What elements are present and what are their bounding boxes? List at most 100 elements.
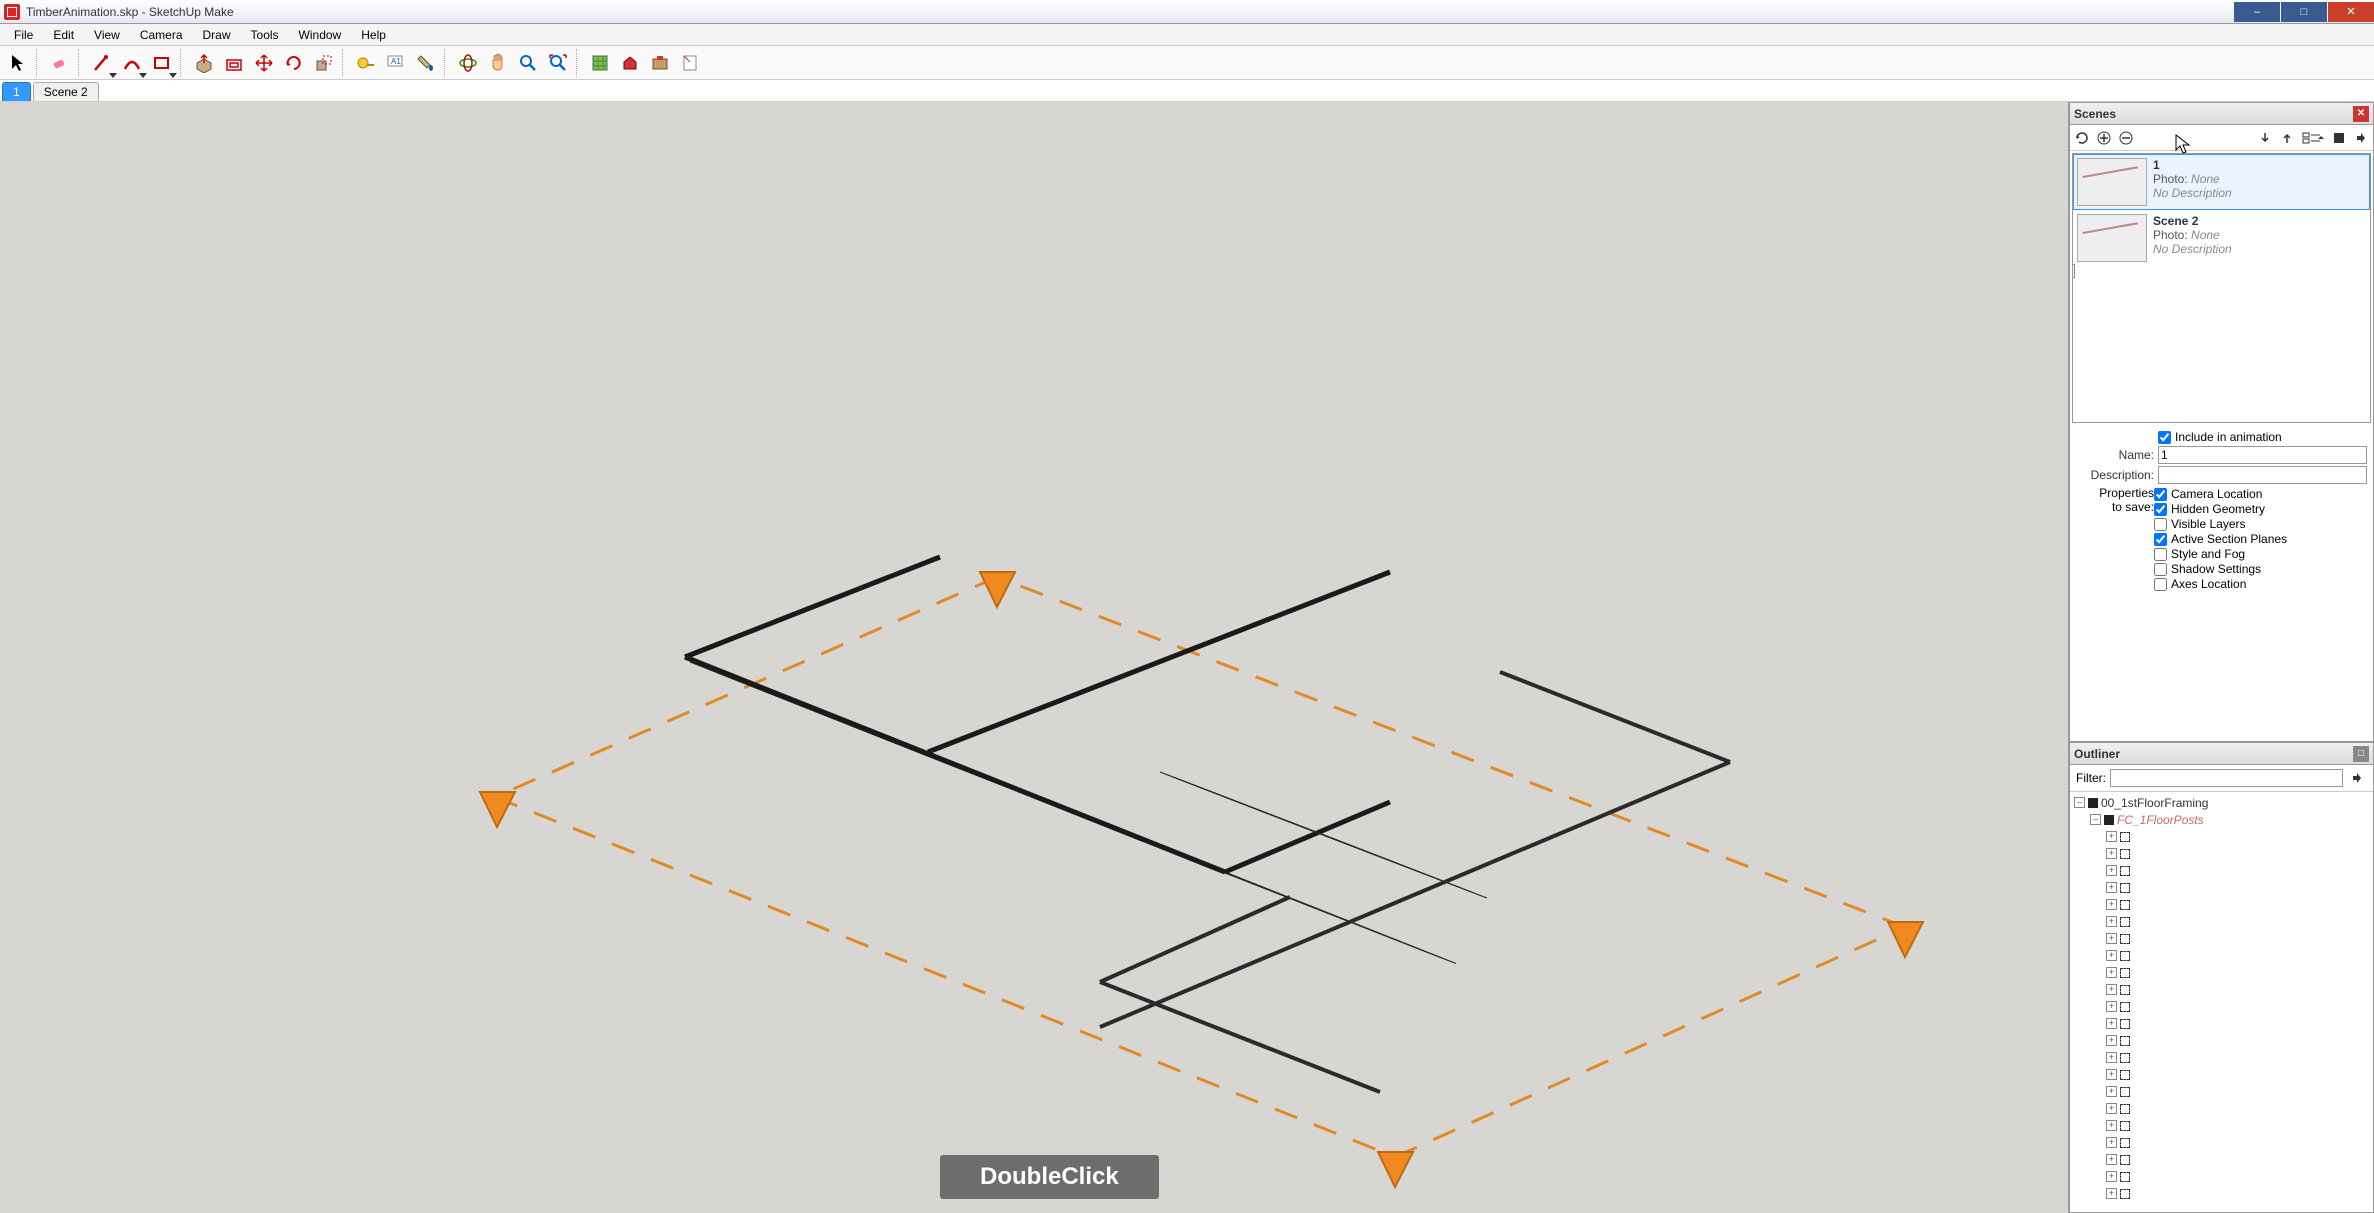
tree-row[interactable]: + <box>2074 1083 2369 1100</box>
outliner-filter-input[interactable] <box>2110 769 2343 787</box>
menu-draw[interactable]: Draw <box>193 26 241 44</box>
menu-file[interactable]: File <box>4 26 43 44</box>
text-tool[interactable]: A1 <box>382 49 410 77</box>
expand-icon[interactable]: + <box>2106 848 2117 859</box>
scene-move-down-button[interactable] <box>2255 128 2275 148</box>
expand-icon[interactable]: + <box>2106 1018 2117 1029</box>
rotate-tool[interactable] <box>280 49 308 77</box>
tree-row[interactable]: –FC_1FloorPosts <box>2074 811 2369 828</box>
offset-tool[interactable] <box>220 49 248 77</box>
tree-row[interactable]: –00_1stFloorFraming <box>2074 794 2369 811</box>
expand-icon[interactable]: + <box>2106 1154 2117 1165</box>
scene-details-button[interactable] <box>2351 128 2371 148</box>
expand-icon[interactable]: + <box>2106 1171 2117 1182</box>
tree-row[interactable]: + <box>2074 862 2369 879</box>
expand-icon[interactable]: – <box>2090 814 2101 825</box>
tree-row[interactable]: + <box>2074 1049 2369 1066</box>
tree-row[interactable]: + <box>2074 845 2369 862</box>
tree-row[interactable]: + <box>2074 1015 2369 1032</box>
expand-icon[interactable]: + <box>2106 1086 2117 1097</box>
expand-icon[interactable]: + <box>2106 1120 2117 1131</box>
expand-icon[interactable]: + <box>2106 950 2117 961</box>
prop-checkbox[interactable] <box>2154 488 2167 501</box>
scene-desc-input[interactable] <box>2158 466 2367 484</box>
tree-row[interactable]: + <box>2074 1151 2369 1168</box>
warehouse-tool[interactable] <box>616 49 644 77</box>
scene-remove-button[interactable] <box>2116 128 2136 148</box>
scale-tool[interactable] <box>310 49 338 77</box>
expand-icon[interactable]: + <box>2106 882 2117 893</box>
expand-icon[interactable]: + <box>2106 831 2117 842</box>
outliner-close-icon[interactable]: □ <box>2353 746 2369 762</box>
move-tool[interactable] <box>250 49 278 77</box>
expand-icon[interactable]: + <box>2106 933 2117 944</box>
tree-row[interactable]: + <box>2074 1185 2369 1202</box>
scene-refresh-button[interactable] <box>2072 128 2092 148</box>
tree-row[interactable]: + <box>2074 1134 2369 1151</box>
tree-row[interactable]: + <box>2074 964 2369 981</box>
expand-icon[interactable]: + <box>2106 1001 2117 1012</box>
menu-tools[interactable]: Tools <box>241 26 289 44</box>
tree-row[interactable]: + <box>2074 1032 2369 1049</box>
arc-tool[interactable] <box>118 49 146 77</box>
prop-checkbox[interactable] <box>2154 578 2167 591</box>
line-tool[interactable] <box>88 49 116 77</box>
menu-edit[interactable]: Edit <box>43 26 84 44</box>
tree-row[interactable]: + <box>2074 879 2369 896</box>
viewport-3d[interactable] <box>0 102 2068 1213</box>
zoom-extents-tool[interactable] <box>544 49 572 77</box>
tape-tool[interactable] <box>352 49 380 77</box>
include-animation-checkbox[interactable] <box>2158 431 2171 444</box>
tree-row[interactable]: + <box>2074 1100 2369 1117</box>
orbit-tool[interactable] <box>454 49 482 77</box>
expand-icon[interactable]: + <box>2106 1052 2117 1063</box>
tree-row[interactable]: + <box>2074 947 2369 964</box>
scene-tab[interactable]: Scene 2 <box>33 82 99 101</box>
layout-tool[interactable] <box>676 49 704 77</box>
expand-icon[interactable]: + <box>2106 967 2117 978</box>
tree-row[interactable]: + <box>2074 1117 2369 1134</box>
prop-checkbox[interactable] <box>2154 518 2167 531</box>
prop-checkbox[interactable] <box>2154 533 2167 546</box>
tree-row[interactable]: + <box>2074 981 2369 998</box>
menu-view[interactable]: View <box>84 26 130 44</box>
minimize-button[interactable]: – <box>2234 2 2280 22</box>
scene-view-button[interactable] <box>2299 128 2327 148</box>
scene-move-up-button[interactable] <box>2277 128 2297 148</box>
zoom-tool[interactable] <box>514 49 542 77</box>
tree-row[interactable]: + <box>2074 913 2369 930</box>
scene-add-button[interactable] <box>2094 128 2114 148</box>
outliner-tree[interactable]: –00_1stFloorFraming–FC_1FloorPosts + + + + + +… <box>2070 792 2373 1212</box>
expand-icon[interactable]: + <box>2106 865 2117 876</box>
expand-icon[interactable]: + <box>2106 984 2117 995</box>
menu-help[interactable]: Help <box>351 26 396 44</box>
geolocation-tool[interactable] <box>586 49 614 77</box>
scene-name-input[interactable] <box>2158 446 2367 464</box>
expand-icon[interactable]: + <box>2106 1069 2117 1080</box>
select-tool[interactable] <box>4 49 32 77</box>
expand-icon[interactable]: + <box>2106 1103 2117 1114</box>
expand-icon[interactable]: + <box>2106 1137 2117 1148</box>
scene-item[interactable]: 1 Photo: None No Description <box>2073 154 2370 210</box>
extension-tool[interactable] <box>646 49 674 77</box>
close-button[interactable]: ✕ <box>2328 2 2374 22</box>
prop-checkbox[interactable] <box>2154 548 2167 561</box>
tree-row[interactable]: + <box>2074 930 2369 947</box>
menu-window[interactable]: Window <box>289 26 352 44</box>
tree-row[interactable]: + <box>2074 998 2369 1015</box>
expand-icon[interactable]: + <box>2106 1035 2117 1046</box>
expand-icon[interactable]: + <box>2106 899 2117 910</box>
eraser-tool[interactable] <box>46 49 74 77</box>
tree-row[interactable]: + <box>2074 1168 2369 1185</box>
outliner-details-button[interactable] <box>2347 768 2367 788</box>
prop-checkbox[interactable] <box>2154 503 2167 516</box>
pushpull-tool[interactable] <box>190 49 218 77</box>
expand-icon[interactable]: – <box>2074 797 2085 808</box>
pan-tool[interactable] <box>484 49 512 77</box>
tree-row[interactable]: + <box>2074 828 2369 845</box>
scene-menu-button[interactable] <box>2329 128 2349 148</box>
prop-checkbox[interactable] <box>2154 563 2167 576</box>
paint-tool[interactable] <box>412 49 440 77</box>
maximize-button[interactable]: □ <box>2281 2 2327 22</box>
tree-row[interactable]: + <box>2074 896 2369 913</box>
